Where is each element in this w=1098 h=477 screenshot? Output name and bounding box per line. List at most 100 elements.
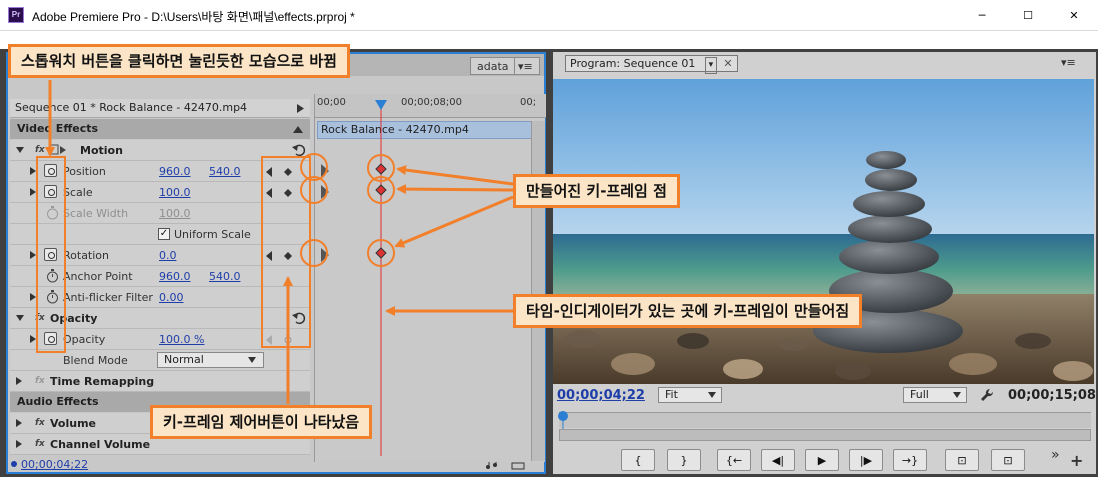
opacity-effect-row[interactable]: fx Opacity [10,308,310,329]
uniform-scale-row[interactable]: ✓ Uniform Scale [10,224,310,245]
stopwatch-icon[interactable] [44,332,57,345]
playhead-marker-icon[interactable] [558,411,568,429]
uniform-scale-label: Uniform Scale [174,228,251,241]
lift-icon: ⊡ [957,453,967,467]
step-forward-button[interactable]: |▶ [849,449,883,471]
expand-right-icon[interactable] [30,188,36,196]
ruler-end: 00; [520,97,537,108]
extract-button[interactable]: ⊡ [991,449,1025,471]
keyframe-nav-rotation[interactable] [266,248,296,264]
tab-metadata[interactable]: adata [470,57,514,75]
chevron-down-icon [248,357,256,363]
callout-keyframe-buttons: 키-프레임 제어버튼이 나타났음 [150,405,373,439]
vertical-scrollbar[interactable] [531,121,545,461]
duration-timecode: 00;00;15;08 [1008,388,1096,403]
panel-menu-icon[interactable]: ▾≡ [514,57,540,75]
wrench-icon[interactable] [980,388,994,402]
time-remapping-row[interactable]: fx Time Remapping [10,371,310,392]
scale-value[interactable]: 100.0 [159,186,191,199]
mark-in-button[interactable]: { [621,449,655,471]
expand-right-icon[interactable] [30,335,36,343]
callout-keyframe-points: 만들어진 키-프레임 점 [513,174,680,208]
expand-down-icon[interactable] [16,315,24,321]
rotation-value[interactable]: 0.0 [159,249,177,262]
rotation-row[interactable]: Rotation 0.0 [10,245,310,266]
nav-arrow-icon[interactable] [321,185,333,199]
stopwatch-icon[interactable] [44,164,57,177]
anchor-x-value[interactable]: 960.0 [159,270,191,283]
expand-right-icon[interactable] [30,251,36,259]
fx-icon[interactable]: fx [35,439,45,449]
panel-menu-icon[interactable]: ▾≡ [1061,56,1076,69]
maximize-button[interactable]: ☐ [1005,0,1051,31]
fx-icon[interactable]: fx [35,313,45,323]
blend-mode-row[interactable]: Blend Mode Normal [10,350,310,371]
mark-out-button[interactable]: } [667,449,701,471]
stopwatch-icon[interactable] [44,185,57,198]
go-to-out-button[interactable]: →} [893,449,927,471]
nav-arrow-icon[interactable] [321,248,333,262]
expand-right-icon[interactable] [16,440,22,448]
expand-down-icon[interactable] [16,147,24,153]
collapse-up-icon[interactable] [293,126,303,133]
scale-label: Scale [63,186,93,199]
expand-right-icon[interactable] [16,419,22,427]
keyframe-nav-scale[interactable] [266,185,296,201]
quality-dropdown[interactable]: Full [903,387,967,403]
opacity-value[interactable]: 100.0 % [159,333,204,346]
scale-row[interactable]: Scale 100.0 [10,182,310,203]
program-monitor-panel: Program: Sequence 01 ▾ ✕ ▾≡ 00;00;04;22 … [553,52,1096,474]
minimize-button[interactable]: ─ [959,0,1005,31]
position-row[interactable]: Position 960.0 540.0 [10,161,310,182]
anti-flicker-row[interactable]: Anti-flicker Filter 0.00 [10,287,310,308]
zoom-scroll-bar[interactable] [559,429,1091,441]
position-x-value[interactable]: 960.0 [159,165,191,178]
video-effects-header[interactable]: Video Effects [10,119,310,139]
blend-mode-value: Normal [164,353,204,366]
blend-mode-dropdown[interactable]: Normal [157,352,264,368]
audio-effects-label: Audio Effects [17,395,99,408]
clip-bar[interactable]: Rock Balance - 42470.mp4 [317,121,535,139]
tab-program-monitor[interactable]: Program: Sequence 01 ▾ ✕ [565,55,738,74]
fx-icon[interactable]: fx [35,418,45,428]
nav-arrow-icon[interactable] [321,164,333,178]
scrub-bar[interactable] [559,412,1091,428]
expand-right-icon[interactable] [30,167,36,175]
transform-icon[interactable] [48,144,68,156]
opacity-row[interactable]: Opacity 100.0 % [10,329,310,350]
anchor-y-value[interactable]: 540.0 [209,270,241,283]
reset-icon[interactable] [292,143,306,157]
position-y-value[interactable]: 540.0 [209,165,241,178]
timeline-ruler[interactable]: 00;00 00;00;08;00 00; [315,94,546,118]
fx-icon[interactable]: fx [35,145,45,155]
tab-close-icon[interactable]: ✕ [723,57,732,70]
clip-header-label: Sequence 01 * Rock Balance - 42470.mp4 [15,101,248,114]
play-button[interactable]: ▶ [805,449,839,471]
step-back-button[interactable]: ◀| [761,449,795,471]
play-arrow-icon[interactable] [297,104,305,113]
expand-right-icon[interactable] [30,293,36,301]
anti-flicker-value[interactable]: 0.00 [159,291,184,304]
callout-indicator: 타임-인디게이터가 있는 곳에 키-프레임이 만들어짐 [513,294,863,328]
footer-timecode[interactable]: 00;00;04;22 [21,458,88,471]
callout-stopwatch: 스톱워치 버튼을 클릭하면 눌린듯한 모습으로 바뀜 [8,44,350,78]
current-timecode[interactable]: 00;00;04;22 [557,388,645,403]
anchor-point-row[interactable]: Anchor Point 960.0 540.0 [10,266,310,287]
stopwatch-icon[interactable] [46,269,59,283]
add-button-icon[interactable]: + [1070,451,1083,470]
go-to-in-button[interactable]: {← [717,449,751,471]
expand-right-icon[interactable] [16,377,22,385]
stopwatch-icon[interactable] [46,290,59,304]
reset-icon[interactable] [292,311,306,325]
more-controls-icon[interactable]: » [1051,447,1060,463]
lift-button[interactable]: ⊡ [945,449,979,471]
uniform-scale-checkbox[interactable]: ✓ [158,228,170,240]
zoom-dropdown[interactable]: Fit [658,387,722,403]
close-button[interactable]: ✕ [1051,0,1097,31]
stopwatch-icon[interactable] [44,248,57,261]
tab-dropdown-icon[interactable]: ▾ [704,57,717,74]
play-icon: ▶ [817,453,827,467]
keyframe-nav-position[interactable] [266,164,296,180]
motion-effect-row[interactable]: fx Motion [10,140,310,161]
position-label: Position [63,165,106,178]
